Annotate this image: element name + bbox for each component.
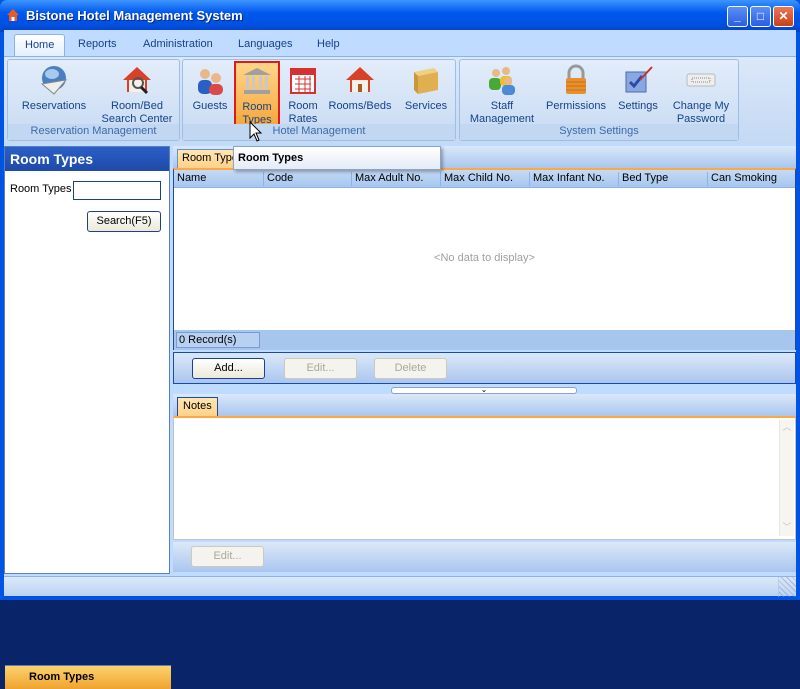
notes-textarea[interactable]: ︿ ﹀ bbox=[173, 416, 796, 540]
notes-tabstrip: Notes bbox=[173, 394, 796, 416]
group-hotel-management: Guests Room Types Room Rates Rooms/Beds … bbox=[182, 59, 456, 141]
staff-group-icon bbox=[489, 67, 515, 95]
group-label: Hotel Management bbox=[183, 124, 455, 140]
house-search-icon bbox=[123, 67, 151, 95]
people-icon bbox=[198, 69, 223, 95]
edit-button[interactable]: Edit... bbox=[284, 358, 357, 379]
ribbon: Reservations Room/Bed Search Center Rese… bbox=[4, 56, 796, 144]
change-my-password-button[interactable]: Change My Password bbox=[670, 62, 732, 126]
tab-help[interactable]: Help bbox=[307, 34, 350, 56]
delete-button[interactable]: Delete bbox=[374, 358, 447, 379]
tab-home[interactable]: Home bbox=[14, 34, 66, 56]
grid-button-bar: Add... Edit... Delete bbox=[173, 352, 796, 384]
main-panel: Room Types Room Types Name Code Max Adul… bbox=[173, 146, 796, 574]
grid-header: Name Code Max Adult No. Max Child No. Ma… bbox=[174, 170, 795, 188]
group-label: System Settings bbox=[460, 124, 738, 140]
tab-administration[interactable]: Administration bbox=[133, 34, 223, 56]
column-header-max-adult[interactable]: Max Adult No. bbox=[351, 172, 423, 186]
staff-management-button[interactable]: Staff Management bbox=[464, 62, 540, 126]
title-bar[interactable]: Bistone Hotel Management System _ □ ✕ bbox=[0, 0, 800, 32]
tab-room-types[interactable]: Room Types bbox=[177, 149, 235, 168]
app-window: Bistone Hotel Management System _ □ ✕ Ho… bbox=[0, 0, 800, 689]
tab-notes[interactable]: Notes bbox=[177, 397, 218, 416]
column-header-max-infant[interactable]: Max Infant No. bbox=[529, 172, 605, 186]
services-button[interactable]: Services bbox=[401, 62, 451, 126]
nav-room-types[interactable]: Room Types bbox=[5, 665, 171, 689]
window-title: Bistone Hotel Management System bbox=[26, 8, 243, 23]
room-types-grid: Name Code Max Adult No. Max Child No. Ma… bbox=[173, 168, 796, 350]
house-icon bbox=[346, 67, 374, 92]
grid-footer: 0 Record(s) bbox=[174, 330, 795, 350]
empty-grid-message: <No data to display> bbox=[434, 252, 535, 264]
maximize-button[interactable]: □ bbox=[750, 6, 771, 27]
splitter-handle[interactable]: ⌄ bbox=[391, 386, 577, 394]
column-header-code[interactable]: Code bbox=[263, 172, 293, 186]
column-header-can-smoking[interactable]: Can Smoking bbox=[707, 172, 777, 186]
tooltip: Room Types bbox=[233, 146, 441, 170]
room-types-button[interactable]: Room Types bbox=[234, 61, 280, 127]
room-types-filter-input[interactable] bbox=[73, 181, 161, 200]
close-button[interactable]: ✕ bbox=[773, 6, 794, 27]
tab-languages[interactable]: Languages bbox=[228, 34, 302, 56]
left-panel-title: Room Types bbox=[5, 147, 169, 171]
notes-scrollbar[interactable]: ︿ ﹀ bbox=[779, 420, 794, 536]
group-label: Reservation Management bbox=[8, 124, 179, 140]
column-header-name[interactable]: Name bbox=[174, 172, 206, 186]
settings-button[interactable]: Settings bbox=[612, 62, 664, 126]
resize-grip[interactable] bbox=[778, 577, 796, 597]
globe-mail-icon bbox=[40, 66, 68, 95]
box-icon bbox=[414, 68, 438, 94]
add-button[interactable]: Add... bbox=[192, 358, 265, 379]
status-bar bbox=[4, 576, 796, 597]
checklist-icon bbox=[625, 66, 653, 93]
minimize-button[interactable]: _ bbox=[727, 6, 748, 27]
tab-reports[interactable]: Reports bbox=[68, 34, 127, 56]
left-panel: Room Types Room Types Search(F5) Room Ty… bbox=[4, 146, 171, 689]
notes-button-bar: Edit... bbox=[173, 542, 796, 572]
house-icon bbox=[7, 9, 19, 21]
scroll-up-icon[interactable]: ︿ bbox=[780, 420, 794, 436]
room-bed-search-center-button[interactable]: Room/Bed Search Center bbox=[98, 62, 176, 126]
menu-tabs: Home Reports Administration Languages He… bbox=[4, 30, 796, 56]
permissions-button[interactable]: Permissions bbox=[544, 62, 608, 126]
guests-button[interactable]: Guests bbox=[187, 62, 233, 126]
scroll-down-icon[interactable]: ﹀ bbox=[780, 520, 794, 536]
building-columns-icon bbox=[243, 68, 271, 94]
client-area: Home Reports Administration Languages He… bbox=[4, 30, 796, 689]
search-button[interactable]: Search(F5) bbox=[87, 211, 161, 232]
column-header-bed-type[interactable]: Bed Type bbox=[618, 172, 668, 186]
calendar-icon bbox=[290, 68, 316, 94]
password-field-icon bbox=[686, 73, 716, 87]
mouse-cursor-icon bbox=[249, 121, 263, 142]
rooms-beds-button[interactable]: Rooms/Beds bbox=[328, 62, 392, 126]
group-system-settings: Staff Management Permissions Settings Ch… bbox=[459, 59, 739, 141]
padlock-icon bbox=[566, 64, 586, 94]
column-header-max-child[interactable]: Max Child No. bbox=[440, 172, 513, 186]
notes-edit-button[interactable]: Edit... bbox=[191, 546, 264, 567]
group-reservation-management: Reservations Room/Bed Search Center Rese… bbox=[7, 59, 180, 141]
room-rates-button[interactable]: Room Rates bbox=[282, 62, 324, 126]
reservations-button[interactable]: Reservations bbox=[14, 62, 94, 126]
record-count: 0 Record(s) bbox=[176, 332, 260, 348]
room-types-filter-label: Room Types bbox=[10, 183, 72, 195]
